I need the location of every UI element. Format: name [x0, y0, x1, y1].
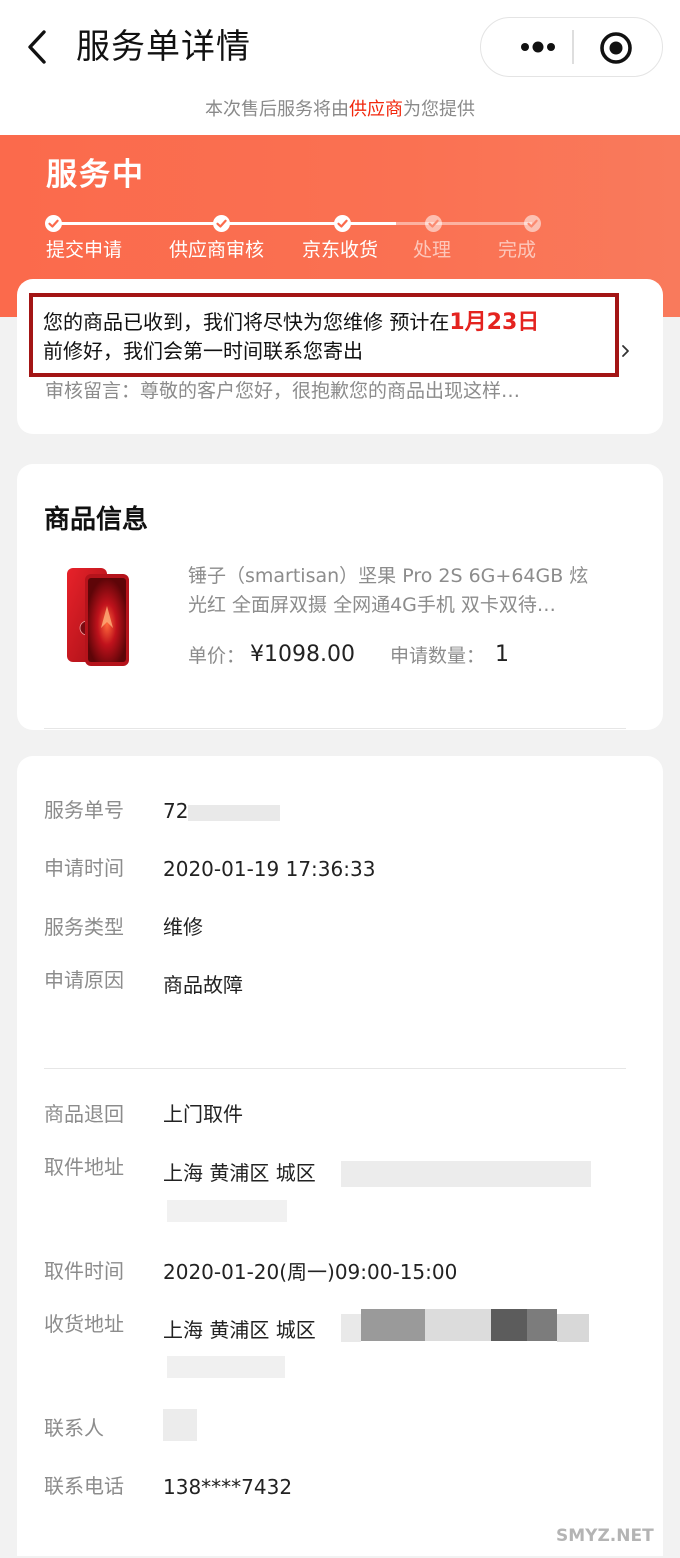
- redacted-mask: [167, 1356, 285, 1378]
- receive-address-label: 收货地址: [44, 1312, 124, 1336]
- step-done-icon: [45, 215, 62, 232]
- close-miniprogram-icon[interactable]: [599, 31, 633, 65]
- redacted-mask: [341, 1161, 591, 1187]
- top-bar: 服务单详情: [0, 0, 680, 92]
- status-message-text: 您的商品已收到，我们将尽快为您维修 预计在: [43, 310, 450, 334]
- service-type-value: 维修: [163, 915, 203, 939]
- watermark: SMYZ.NET: [556, 1526, 654, 1546]
- redacted-mask: [491, 1309, 527, 1341]
- divider: [44, 1068, 626, 1069]
- redacted-mask: [361, 1309, 425, 1341]
- chevron-right-icon[interactable]: [620, 341, 632, 361]
- return-method-label: 商品退回: [44, 1102, 124, 1126]
- notice-supplier-link[interactable]: 供应商: [349, 99, 403, 120]
- redacted-mask: [527, 1309, 557, 1341]
- step-label: 京东收货: [302, 239, 379, 261]
- product-info-card: 商品信息 锤子（smartisan）坚果 Pro 2S 6G+64GB 炫 光红…: [17, 464, 663, 730]
- redacted-mask: [188, 805, 280, 821]
- notice-prefix: 本次售后服务将由: [205, 99, 349, 120]
- step-label: 提交申请: [46, 239, 123, 261]
- section-title: 商品信息: [44, 505, 149, 535]
- price-label: 单价：: [188, 645, 246, 667]
- redacted-mask: [167, 1200, 287, 1222]
- step-pending-icon: [425, 215, 442, 232]
- status-title: 服务中: [46, 157, 145, 193]
- product-name-line: 光红 全面屏双摄 全网通4G手机 双卡双待…: [188, 594, 556, 616]
- divider: [44, 728, 626, 729]
- order-no-value: 72: [163, 799, 189, 823]
- redacted-mask: [341, 1314, 361, 1342]
- page-title: 服务单详情: [76, 27, 251, 67]
- step-label: 处理: [413, 239, 452, 261]
- step-label: 供应商审核: [169, 239, 265, 261]
- service-info-card: 服务单号 72 申请时间 2020-01-19 17:36:33 服务类型 维修…: [17, 756, 663, 1556]
- reason-label: 申请原因: [44, 968, 124, 992]
- apply-time-label: 申请时间: [44, 856, 124, 880]
- step-label: 完成: [498, 239, 537, 261]
- supplier-notice: 本次售后服务将由供应商为您提供: [0, 92, 680, 135]
- status-message: 您的商品已收到，我们将尽快为您维修 预计在1月23日 前修好，我们会第一时间联系…: [43, 308, 603, 365]
- mini-program-capsule: [480, 17, 663, 77]
- status-message-text: 前修好，我们会第一时间联系您寄出: [43, 339, 363, 363]
- redacted-mask: [557, 1314, 589, 1342]
- redacted-mask: [425, 1309, 491, 1341]
- product-image[interactable]: [61, 566, 133, 668]
- repair-date: 1月23日: [449, 310, 540, 335]
- product-name[interactable]: 锤子（smartisan）坚果 Pro 2S 6G+64GB 炫 光红 全面屏双…: [188, 562, 608, 620]
- more-icon[interactable]: [505, 18, 571, 76]
- step-pending-icon: [524, 215, 541, 232]
- contact-label: 联系人: [44, 1416, 104, 1440]
- reason-value: 商品故障: [163, 973, 243, 997]
- quantity-value: 1: [495, 642, 509, 667]
- service-type-label: 服务类型: [44, 915, 124, 939]
- unit-price: ¥1098.00: [250, 642, 355, 667]
- notice-suffix: 为您提供: [403, 99, 475, 120]
- pickup-time-label: 取件时间: [44, 1259, 124, 1283]
- quantity-label: 申请数量：: [390, 645, 486, 667]
- receive-address-value: 上海 黄浦区 城区: [163, 1318, 316, 1342]
- phone-label: 联系电话: [44, 1474, 124, 1498]
- pickup-time-value: 2020-01-20(周一)09:00-15:00: [163, 1260, 458, 1284]
- step-done-icon: [334, 215, 351, 232]
- step-done-icon: [213, 215, 230, 232]
- order-no-label: 服务单号: [44, 798, 124, 822]
- status-message-card[interactable]: 您的商品已收到，我们将尽快为您维修 预计在1月23日 前修好，我们会第一时间联系…: [17, 279, 663, 434]
- pickup-address-label: 取件地址: [44, 1155, 124, 1179]
- return-method-value: 上门取件: [163, 1102, 243, 1126]
- back-icon[interactable]: [22, 26, 58, 68]
- phone-value: 138****7432: [163, 1475, 293, 1499]
- pickup-address-value: 上海 黄浦区 城区: [163, 1161, 316, 1185]
- product-name-line: 锤子（smartisan）坚果 Pro 2S 6G+64GB 炫: [188, 565, 589, 587]
- apply-time-value: 2020-01-19 17:36:33: [163, 857, 376, 881]
- redacted-mask: [163, 1409, 197, 1441]
- review-note: 审核留言：尊敬的客户您好，很抱歉您的商品出现这样…: [45, 380, 521, 402]
- capsule-divider: [572, 30, 574, 64]
